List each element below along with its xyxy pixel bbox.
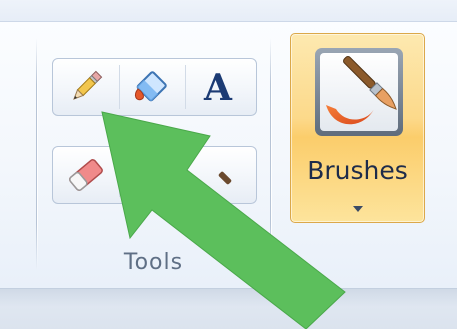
pencil-icon	[72, 70, 102, 100]
brushes-button[interactable]: Brushes	[290, 33, 425, 223]
brush-icon	[312, 45, 406, 139]
pencil-button[interactable]	[53, 59, 118, 115]
color-picker-icon	[145, 169, 158, 181]
tools-row-top: A	[52, 58, 257, 116]
tools-row-bottom	[52, 146, 257, 204]
text-tool-icon: A	[203, 67, 233, 108]
ribbon-bottom-band	[0, 288, 457, 329]
ribbon-top-band	[0, 0, 457, 22]
group-separator	[270, 38, 272, 270]
svg-text:A: A	[203, 67, 233, 108]
eraser-button[interactable]	[53, 147, 118, 203]
eraser-icon	[68, 159, 103, 191]
tools-group-label: Tools	[123, 250, 184, 275]
group-separator	[36, 38, 38, 270]
fill-bucket-icon	[134, 71, 167, 102]
brushes-label: Brushes	[307, 156, 408, 185]
fill-button[interactable]	[119, 59, 184, 115]
dropdown-arrow-icon[interactable]	[351, 204, 365, 214]
magnifier-icon	[218, 171, 231, 185]
ribbon-panel: A Tools Brushes	[0, 0, 457, 329]
color-picker-button[interactable]	[119, 147, 184, 203]
text-button[interactable]: A	[185, 59, 250, 115]
magnifier-button[interactable]	[185, 147, 250, 203]
